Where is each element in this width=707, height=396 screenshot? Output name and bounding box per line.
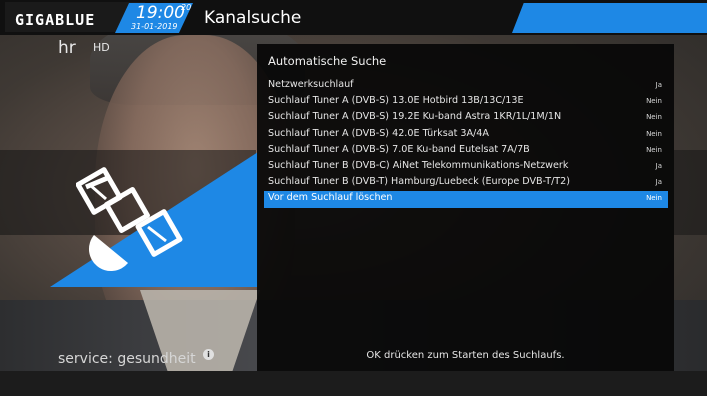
top-bar: GIGABLUE 19:00 20 31-01-2019 Kanalsuche bbox=[0, 0, 707, 35]
channel-hd-label: HD bbox=[93, 41, 110, 54]
option-value: Ja bbox=[655, 178, 662, 187]
option-value: Nein bbox=[646, 145, 662, 154]
option-row-tuner-b-cable[interactable]: Suchlauf Tuner B (DVB-C) AiNet Telekommu… bbox=[264, 159, 668, 175]
option-label: Suchlauf Tuner A (DVB-S) 42.0E Türksat 3… bbox=[268, 127, 489, 139]
option-row-tuner-a-eutelsat[interactable]: Suchlauf Tuner A (DVB-S) 7.0E Ku-band Eu… bbox=[264, 143, 668, 159]
option-value: Nein bbox=[646, 97, 662, 106]
info-icon: i bbox=[203, 349, 214, 360]
service-text: service: gesundheit bbox=[58, 351, 196, 367]
bottom-letterbox bbox=[0, 371, 707, 396]
dark-band-right bbox=[674, 150, 707, 235]
clock-time: 19:00 bbox=[136, 3, 185, 23]
option-row-network-search[interactable]: Netzwerksuchlauf Ja bbox=[264, 78, 668, 94]
option-value: Nein bbox=[646, 194, 662, 203]
option-label: Suchlauf Tuner A (DVB-S) 19.2E Ku-band A… bbox=[268, 111, 562, 123]
option-list: Netzwerksuchlauf Ja Suchlauf Tuner A (DV… bbox=[264, 78, 668, 208]
option-label: Suchlauf Tuner A (DVB-S) 13.0E Hotbird 1… bbox=[268, 95, 524, 107]
option-value: Nein bbox=[646, 129, 662, 138]
option-label: Suchlauf Tuner B (DVB-C) AiNet Telekommu… bbox=[268, 159, 569, 171]
option-row-clear-before-search[interactable]: Vor dem Suchlauf löschen Nein bbox=[264, 191, 668, 208]
option-row-tuner-a-hotbird[interactable]: Suchlauf Tuner A (DVB-S) 13.0E Hotbird 1… bbox=[264, 94, 668, 110]
option-label: Vor dem Suchlauf löschen bbox=[268, 192, 393, 204]
option-value: Ja bbox=[655, 161, 662, 170]
option-label: Suchlauf Tuner A (DVB-S) 7.0E Ku-band Eu… bbox=[268, 143, 530, 155]
dialog-title: Automatische Suche bbox=[268, 54, 387, 68]
dialog-footer-hint: OK drücken zum Starten des Suchlaufs. bbox=[366, 350, 565, 361]
option-value: Ja bbox=[655, 81, 662, 89]
clock-date: 31-01-2019 bbox=[131, 22, 178, 31]
topbar-accent bbox=[512, 3, 707, 33]
page-title: Kanalsuche bbox=[204, 8, 302, 28]
automatic-search-dialog: Automatische Suche Netzwerksuchlauf Ja S… bbox=[257, 44, 674, 371]
option-row-tuner-a-astra[interactable]: Suchlauf Tuner A (DVB-S) 19.2E Ku-band A… bbox=[264, 110, 668, 126]
option-label: Netzwerksuchlauf bbox=[268, 79, 354, 90]
option-label: Suchlauf Tuner B (DVB-T) Hamburg/Luebeck… bbox=[268, 176, 571, 188]
option-row-tuner-a-turksat[interactable]: Suchlauf Tuner A (DVB-S) 42.0E Türksat 3… bbox=[264, 127, 668, 143]
brand-logo: GIGABLUE bbox=[15, 11, 96, 29]
option-row-tuner-b-terrestrial[interactable]: Suchlauf Tuner B (DVB-T) Hamburg/Luebeck… bbox=[264, 175, 668, 191]
satellite-icon bbox=[76, 167, 183, 272]
option-value: Nein bbox=[646, 113, 662, 122]
clock-seconds: 20 bbox=[181, 3, 192, 12]
tv-screen: GIGABLUE 19:00 20 31-01-2019 Kanalsuche … bbox=[0, 0, 707, 396]
channel-logo: hr bbox=[58, 38, 76, 58]
